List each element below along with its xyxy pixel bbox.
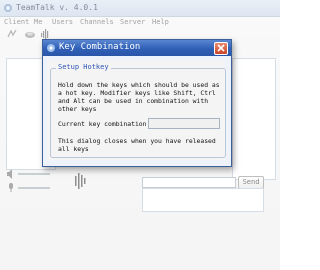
- close-button[interactable]: [214, 42, 228, 55]
- key-combination-dialog: Key Combination Setup Hotkey Hold down t…: [42, 39, 232, 167]
- microphone-gain-row: [6, 182, 66, 194]
- key-combination-field[interactable]: [148, 118, 220, 129]
- teamtalk-app-icon: [4, 4, 12, 12]
- setup-hotkey-group: Setup Hotkey Hold down the keys which sh…: [50, 63, 226, 158]
- menu-channels[interactable]: Channels: [80, 18, 114, 26]
- dialog-close-note: This dialog closes when you have release…: [58, 137, 216, 153]
- chat-message-input[interactable]: [142, 177, 236, 188]
- app-title: TeamTalk v. 4.0.1: [16, 3, 98, 12]
- menu-users[interactable]: Users: [52, 18, 73, 26]
- user-info-panel: [232, 58, 276, 180]
- menu-me[interactable]: Me: [34, 18, 42, 26]
- microphone-gain-slider[interactable]: [18, 187, 50, 189]
- microphone-icon: [9, 183, 13, 192]
- menu-server[interactable]: Server: [120, 18, 145, 26]
- dialog-title: Key Combination: [59, 42, 141, 52]
- connect-icon[interactable]: [6, 28, 18, 40]
- hotkey-instructions: Hold down the keys which should be used …: [58, 81, 220, 113]
- chat-history: [142, 188, 264, 212]
- speaker-icon: [7, 169, 12, 179]
- dialog-body: Setup Hotkey Hold down the keys which sh…: [47, 60, 226, 160]
- close-icon: [217, 44, 225, 52]
- menu-help[interactable]: Help: [152, 18, 169, 26]
- key-combination-label: Current key combination: [58, 120, 147, 128]
- dialog-app-icon: [47, 44, 55, 52]
- headset-icon[interactable]: [24, 28, 36, 40]
- master-volume-row: [6, 168, 66, 180]
- volume-slider[interactable]: [18, 173, 50, 175]
- voice-level-icon: [75, 173, 86, 189]
- group-title: Setup Hotkey: [56, 63, 111, 71]
- main-title-bar: TeamTalk v. 4.0.1: [0, 0, 280, 17]
- dialog-title-bar[interactable]: Key Combination: [43, 40, 231, 56]
- menu-bar: Client Me Users Channels Server Help: [0, 16, 280, 27]
- menu-client[interactable]: Client: [4, 18, 29, 26]
